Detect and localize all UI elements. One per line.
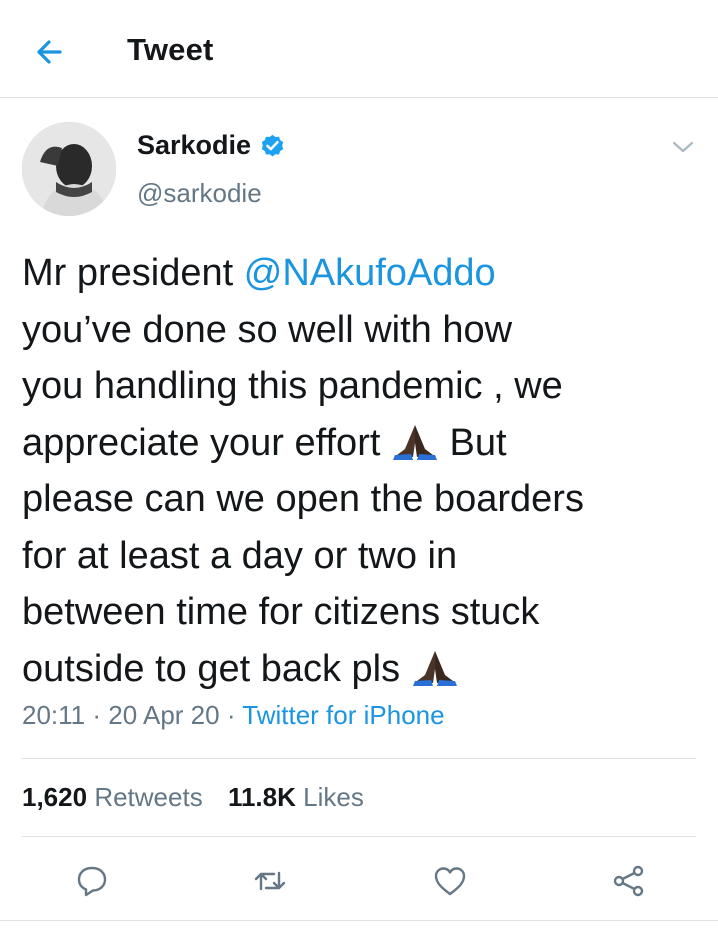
folded-hands-icon bbox=[392, 424, 437, 460]
avatar[interactable] bbox=[22, 122, 116, 216]
likes-label: Likes bbox=[303, 782, 364, 812]
tweet-meta: 20:11 · 20 Apr 20 · Twitter for iPhone bbox=[22, 700, 445, 731]
likes-count: 11.8K bbox=[227, 782, 296, 812]
tweet-text-segment: appreciate your effort bbox=[22, 421, 391, 464]
like-icon[interactable] bbox=[432, 863, 468, 899]
retweets-label: Retweets bbox=[94, 782, 203, 812]
tweet-text: Mr president @NAkufoAddo you’ve done so … bbox=[22, 245, 702, 697]
author-name-text: Sarkodie bbox=[137, 130, 252, 160]
divider bbox=[0, 920, 718, 921]
tweet-actions bbox=[0, 855, 718, 905]
tweet-text-segment: But bbox=[438, 421, 507, 464]
tweet-date: 20 Apr 20 bbox=[108, 700, 220, 730]
tweet-line: Mr president @NAkufoAddo bbox=[22, 245, 702, 302]
tweet-line: between time for citizens stuck bbox=[22, 591, 540, 633]
divider bbox=[22, 836, 696, 837]
tweet-stats: 1,620 Retweets 11.8K Likes bbox=[22, 782, 382, 813]
tweet-line: please can we open the boarders bbox=[22, 478, 584, 520]
tweet-line: for at least a day or two in bbox=[22, 534, 458, 577]
retweets-stat[interactable]: 1,620 Retweets bbox=[22, 782, 203, 812]
back-button[interactable] bbox=[30, 32, 70, 72]
tweet-line: you handling this pandemic , we bbox=[22, 365, 563, 407]
retweet-icon[interactable] bbox=[252, 863, 288, 899]
author-handle[interactable]: @sarkodie bbox=[137, 178, 262, 209]
avatar-image bbox=[22, 122, 116, 216]
author-name[interactable]: Sarkodie bbox=[137, 130, 286, 161]
retweets-count: 1,620 bbox=[22, 782, 88, 812]
likes-stat[interactable]: 11.8K Likes bbox=[228, 782, 364, 812]
mention-link[interactable]: @NAkufoAddo bbox=[244, 252, 496, 294]
tweet-text-segment: Mr president bbox=[22, 252, 244, 294]
tweet-line: outside to get back pls bbox=[22, 641, 702, 698]
tweet-text-segment: outside to get back pls bbox=[22, 647, 411, 690]
reply-icon[interactable] bbox=[74, 863, 110, 899]
share-icon[interactable] bbox=[611, 863, 647, 899]
folded-hands-icon bbox=[412, 650, 457, 686]
app-header: Tweet bbox=[0, 0, 718, 98]
chevron-down-icon[interactable] bbox=[670, 136, 696, 158]
tweet-time: 20:11 bbox=[22, 700, 86, 730]
verified-badge-icon bbox=[261, 134, 284, 157]
divider bbox=[22, 758, 696, 759]
page-title: Tweet bbox=[127, 32, 214, 67]
tweet-line: you’ve done so well with how bbox=[22, 308, 513, 351]
meta-separator: · bbox=[226, 700, 236, 730]
tweet-source-link[interactable]: Twitter for iPhone bbox=[242, 700, 444, 730]
tweet-line: appreciate your effort But bbox=[22, 415, 702, 472]
arrow-left-icon bbox=[37, 40, 62, 64]
meta-separator: · bbox=[92, 700, 102, 730]
